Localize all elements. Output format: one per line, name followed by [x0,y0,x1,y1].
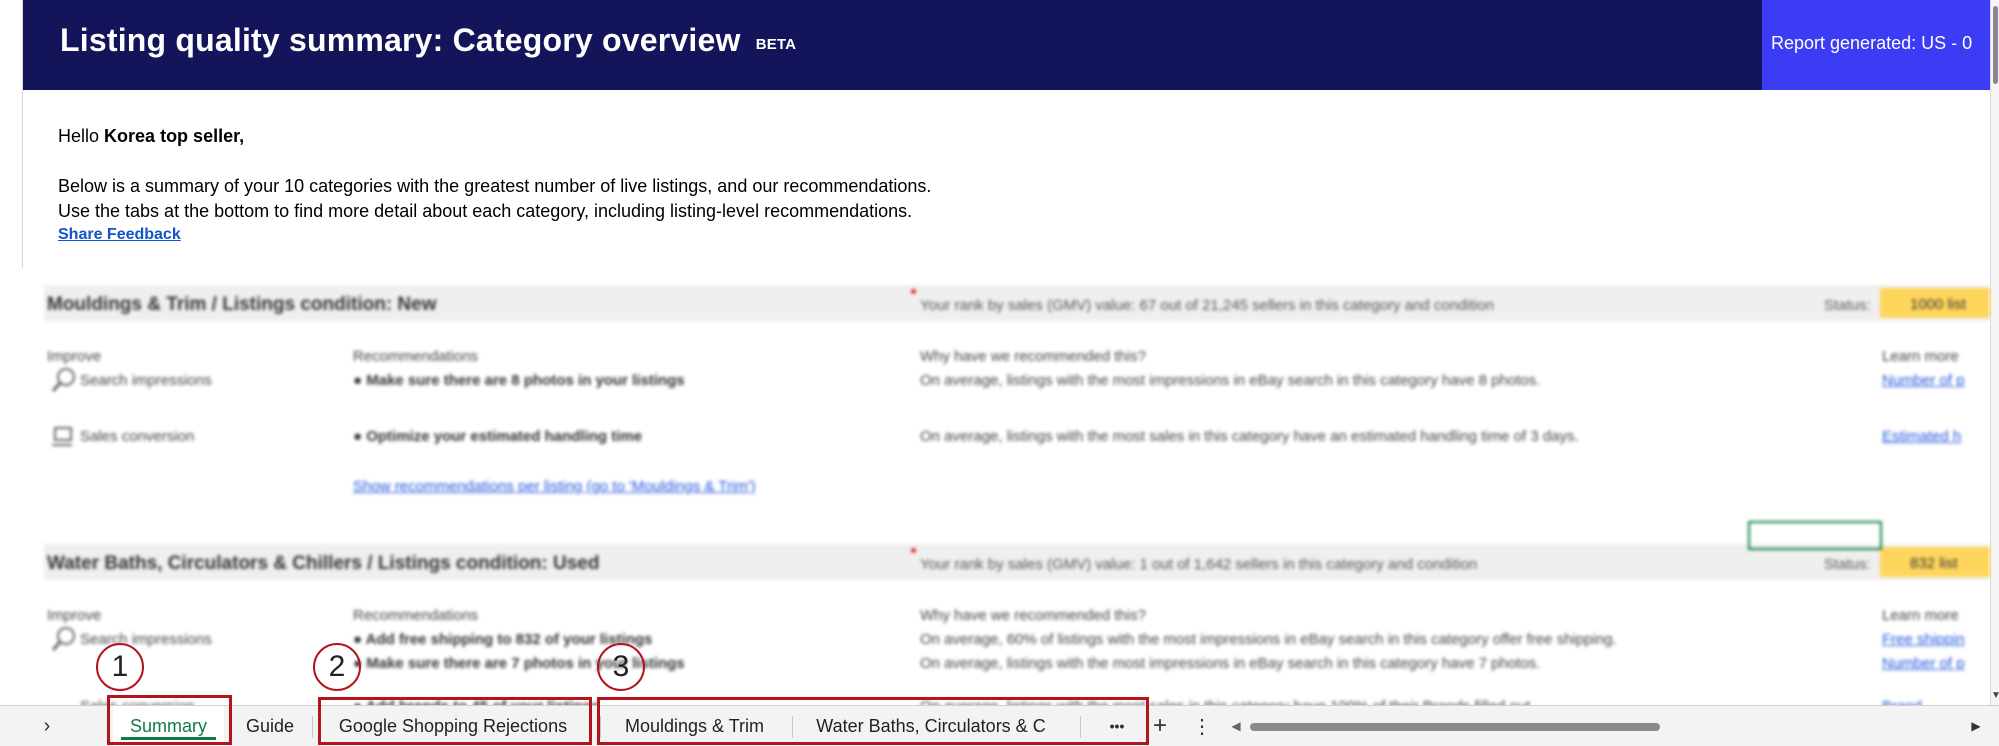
greeting: Hello Korea top seller, [58,126,244,147]
tab-label: Guide [245,715,295,736]
scroll-down-arrow-icon[interactable]: ▼ [1991,690,1999,701]
status-badge: 1000 list [1880,288,1990,318]
category-title: Water Baths, Circulators & Chillers / Li… [47,553,600,574]
page-title-text: Listing quality summary: Category overvi… [60,22,741,58]
selected-cell[interactable] [1748,521,1882,550]
learn-more-link[interactable]: Number of p [1882,372,1965,389]
beta-badge: BETA [755,36,797,53]
comment-marker [911,548,916,553]
improve-label: Search impressions [80,631,212,648]
intro-line-1: Below is a summary of your 10 categories… [58,176,932,196]
vertical-scroll-thumb[interactable] [1993,6,1998,84]
column-why: Why have we recommended this? [920,607,1146,624]
column-improve: Improve [47,607,102,624]
cart-icon [52,427,72,446]
column-improve: Improve [47,348,102,365]
tab-guide[interactable]: Guide [232,706,308,746]
status-label: Status: [1824,556,1871,573]
category-section-header: Mouldings & Trim / Listings condition: N… [44,285,1990,321]
status-value: 832 list [1910,555,1958,572]
annotation-number-1: 1 [96,643,144,691]
why-text: On average, listings with the most impre… [920,372,1541,389]
recommendation-text: ● Add free shipping to 832 of your listi… [353,631,653,648]
report-header: Listing quality summary: Category overvi… [23,0,1999,90]
column-recommendations: Recommendations [353,348,479,365]
annotation-box-3 [597,697,1149,745]
tab-scroll-next-icon[interactable]: › [36,706,58,746]
column-recommendations: Recommendations [353,607,479,624]
column-why: Why have we recommended this? [920,348,1146,365]
sales-rank: Your rank by sales (GMV) value: 1 out of… [920,556,1478,573]
left-gutter [0,0,23,268]
learn-more-link[interactable]: Number of p [1882,655,1965,672]
spreadsheet-window: Listing quality summary: Category overvi… [0,0,1999,746]
recommendation-text: ● Optimize your estimated handling time [353,428,643,445]
comment-marker [911,289,916,294]
report-generated-text: Report generated: US - 0 [1771,33,1973,53]
learn-more-link[interactable]: Free shippin [1882,631,1965,648]
column-learn-more: Learn more [1882,348,1959,365]
why-text: On average, listings with the most impre… [920,655,1541,672]
status-badge: 832 list [1880,547,1990,577]
learn-more-link[interactable]: Estimated h [1882,428,1961,445]
seller-name: Korea top seller, [104,126,245,146]
tab-separator [312,716,313,738]
annotation-box-1 [107,695,232,745]
category-title: Mouldings & Trim / Listings condition: N… [47,294,437,315]
category-section-header: Water Baths, Circulators & Chillers / Li… [44,544,1990,580]
greeting-prefix: Hello [58,126,100,146]
sales-rank: Your rank by sales (GMV) value: 67 out o… [920,297,1494,314]
page-title: Listing quality summary: Category overvi… [60,22,796,59]
show-recommendations-link[interactable]: Show recommendations per listing (go to … [353,478,756,495]
recommendation-text: ● Make sure there are 8 photos in your l… [353,372,685,389]
sheet-options-icon[interactable]: ⋮ [1192,706,1212,746]
scroll-left-icon[interactable]: ◀ [1228,706,1244,746]
why-text: On average, 60% of listings with the mos… [920,631,1617,648]
horizontal-scroll-thumb[interactable] [1250,723,1660,731]
annotation-box-2 [318,697,592,745]
magnifier-icon [51,627,75,651]
improve-label: Sales conversion [80,428,195,445]
column-learn-more: Learn more [1882,607,1959,624]
improve-label: Search impressions [80,372,212,389]
why-text: On average, listings with the most sales… [920,428,1579,445]
annotation-number-3: 3 [597,643,645,691]
vertical-scrollbar[interactable]: ▼ [1990,0,1999,705]
left-gutter-lower [0,268,10,708]
status-value: 1000 list [1910,296,1966,313]
add-sheet-icon[interactable]: + [1148,706,1172,746]
annotation-number-2: 2 [313,643,361,691]
status-label: Status: [1824,297,1871,314]
report-generated-cell: Report generated: US - 0 [1762,0,1999,90]
intro-line-2: Use the tabs at the bottom to find more … [58,201,913,221]
magnifier-icon [51,368,75,392]
scroll-right-icon[interactable]: ▶ [1968,706,1984,746]
share-feedback-link[interactable]: Share Feedback [58,226,181,244]
